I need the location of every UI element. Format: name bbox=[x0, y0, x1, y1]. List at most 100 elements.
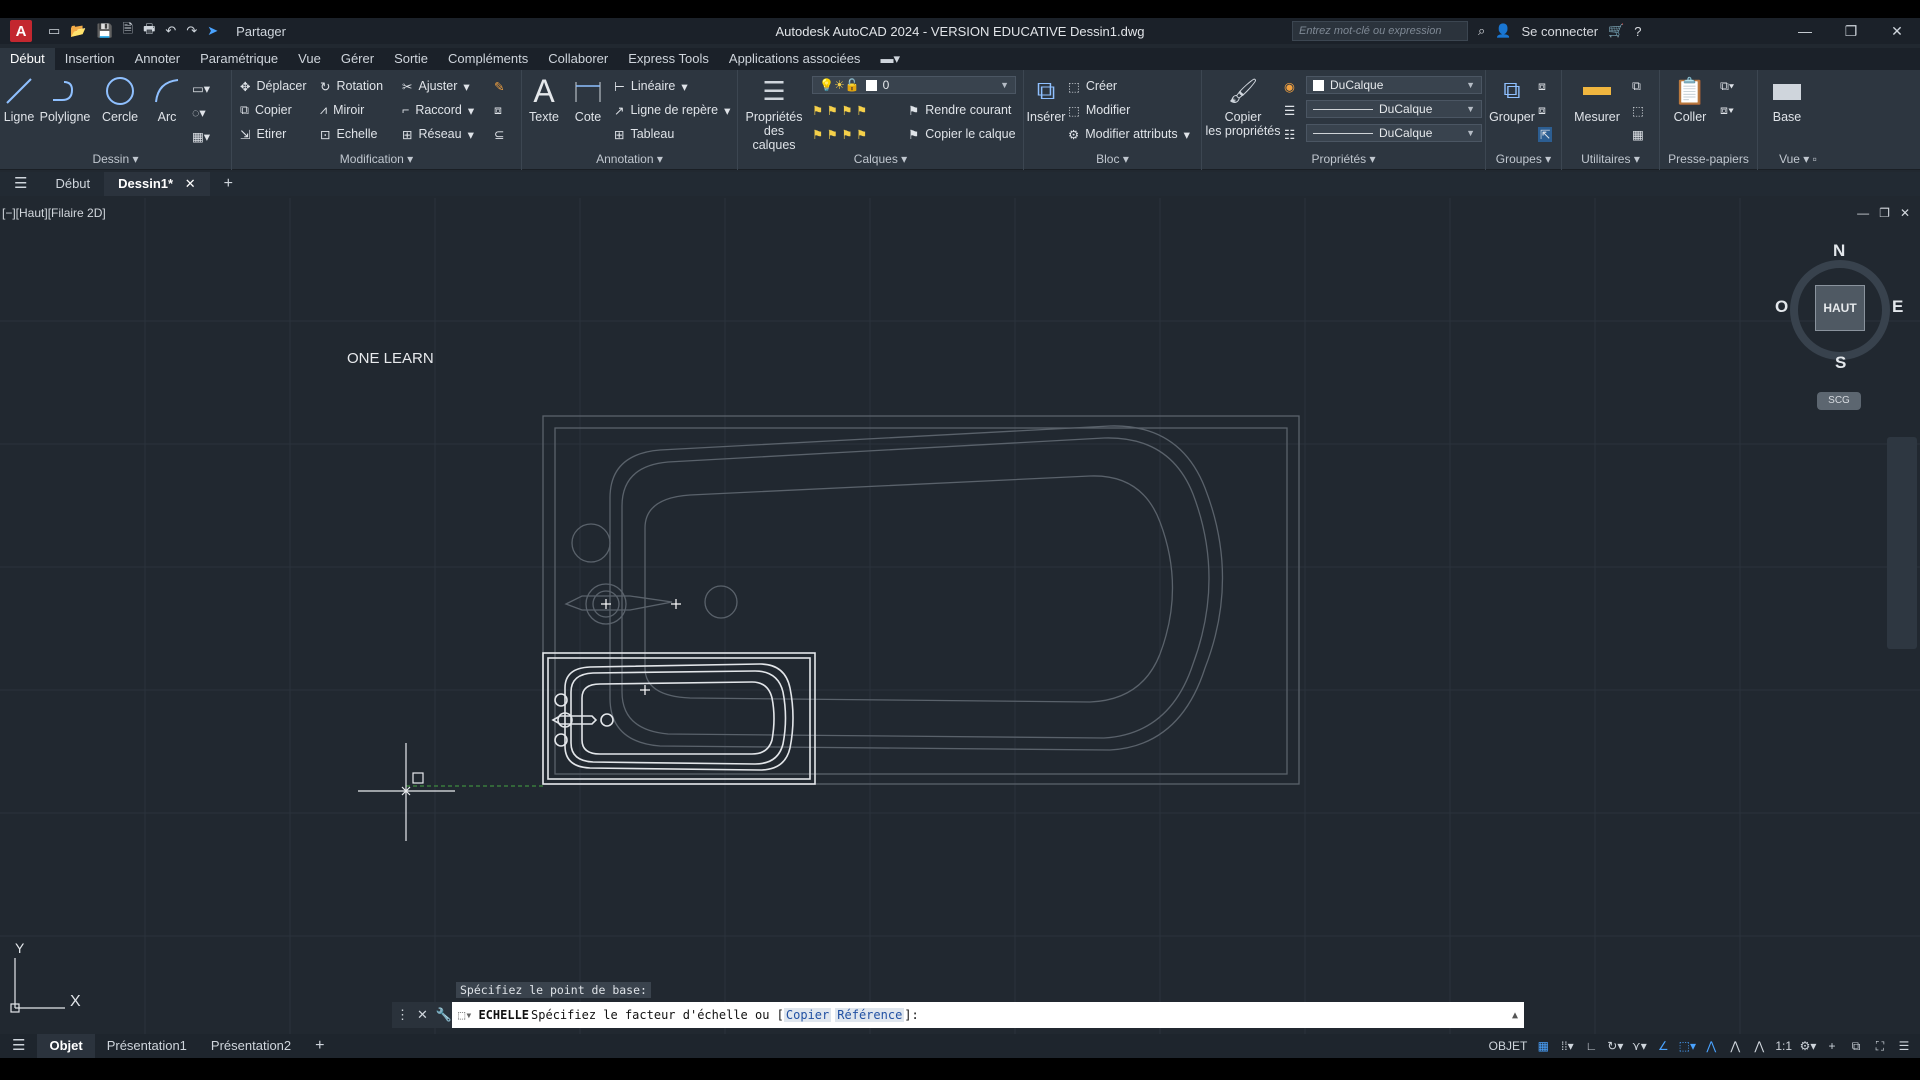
group-button[interactable]: ⧉ Grouper bbox=[1488, 74, 1536, 124]
plot-icon[interactable]: 🖶 bbox=[143, 20, 155, 42]
panel-presse-papiers-title[interactable]: Presse-papiers bbox=[1660, 150, 1757, 168]
measure-button[interactable]: Mesurer bbox=[1570, 74, 1624, 124]
text-button[interactable]: A Texte bbox=[524, 73, 564, 125]
tab-model[interactable]: Objet bbox=[37, 1034, 95, 1058]
annotation-scale-icon[interactable]: ⋀ bbox=[1751, 1038, 1767, 1054]
units-icon[interactable]: ⧉ bbox=[1848, 1038, 1864, 1054]
tab-sortie[interactable]: Sortie bbox=[384, 48, 438, 70]
group-select-icon[interactable]: ⇱ bbox=[1538, 124, 1553, 144]
tab-debut[interactable]: Début bbox=[0, 48, 55, 70]
open-icon[interactable]: 📂 bbox=[70, 23, 86, 39]
paste-button[interactable]: 📋 Coller bbox=[1668, 74, 1712, 125]
dimension-button[interactable]: Cote bbox=[568, 74, 608, 124]
fillet-button[interactable]: ⌐ Raccord ▾ bbox=[402, 100, 474, 120]
snap-icon[interactable]: ⁞⁞▾ bbox=[1559, 1038, 1575, 1054]
panel-calques-title[interactable]: Calques ▾ bbox=[738, 150, 1023, 168]
cut-icon[interactable]: ⧈▾ bbox=[1720, 100, 1734, 120]
panel-proprietes-title[interactable]: Propriétés ▾ bbox=[1202, 150, 1485, 168]
ucs-dropdown[interactable]: SCG bbox=[1817, 392, 1861, 410]
offset-button[interactable]: ⊆ bbox=[494, 124, 504, 144]
plus-icon[interactable]: + bbox=[1824, 1038, 1840, 1054]
user-icon[interactable]: 👤 bbox=[1495, 23, 1511, 39]
option-reference[interactable]: Référence bbox=[835, 1008, 905, 1022]
rectangle-tool[interactable]: ▭▾ bbox=[192, 78, 210, 98]
object-snap-icon[interactable]: ⬚▾ bbox=[1679, 1038, 1696, 1054]
viewport-close-icon[interactable]: ✕ bbox=[1900, 206, 1910, 220]
ortho-icon[interactable]: ∟ bbox=[1583, 1038, 1599, 1054]
layer-properties-button[interactable]: ☰ Propriétés des calques bbox=[742, 74, 806, 153]
table-button[interactable]: ⊞ Tableau bbox=[614, 124, 674, 144]
viewport-label[interactable]: [−][Haut][Filaire 2D] bbox=[2, 206, 106, 220]
new-layout-icon[interactable]: + bbox=[303, 1034, 336, 1058]
polyline-button[interactable]: Polyligne bbox=[38, 74, 92, 124]
grid-icon[interactable]: ▦ bbox=[1535, 1038, 1551, 1054]
tab-annoter[interactable]: Annoter bbox=[125, 48, 191, 70]
customize-wrench-icon[interactable]: 🔧 bbox=[436, 1007, 452, 1023]
edit-attributes-button[interactable]: ⚙ Modifier attributs ▾ bbox=[1068, 124, 1190, 144]
tab-applications[interactable]: Applications associées bbox=[719, 48, 871, 70]
panel-annotation-title[interactable]: Annotation ▾ bbox=[522, 150, 737, 168]
group-edit-icon[interactable]: ⧈ bbox=[1538, 100, 1546, 120]
minimize-icon[interactable]: — bbox=[1782, 18, 1828, 44]
model-space-button[interactable]: OBJET bbox=[1489, 1039, 1528, 1053]
command-input[interactable]: ⬚▾ ECHELLE Spécifiez le facteur d'échell… bbox=[452, 1002, 1524, 1028]
compass-east[interactable]: E bbox=[1892, 297, 1903, 317]
workspace-gear-icon[interactable]: ⚙▾ bbox=[1800, 1038, 1817, 1054]
copy-button[interactable]: ⧉ Copier bbox=[240, 100, 292, 120]
tab-parametrique[interactable]: Paramétrique bbox=[190, 48, 288, 70]
new-icon[interactable]: ▭ bbox=[48, 23, 60, 39]
line-button[interactable]: Ligne bbox=[2, 74, 36, 124]
insert-button[interactable]: ⧉ Insérer bbox=[1026, 74, 1066, 124]
compass-south[interactable]: S bbox=[1835, 353, 1846, 373]
match-properties-button[interactable]: 🖌 Copier les propriétés bbox=[1204, 74, 1282, 139]
rotate-button[interactable]: ↻ Rotation bbox=[320, 76, 383, 96]
history-up-icon[interactable]: ▲ bbox=[1512, 1010, 1518, 1021]
ungroup-icon[interactable]: ⧈ bbox=[1538, 76, 1546, 96]
tab-more-icon[interactable]: ▬▾ bbox=[870, 48, 910, 70]
explode-button[interactable]: ⧈ bbox=[494, 100, 502, 120]
circle-button[interactable]: Cercle bbox=[98, 74, 142, 124]
calculator-icon[interactable]: ▦ bbox=[1632, 124, 1644, 144]
share-button[interactable]: Partager bbox=[236, 24, 286, 39]
cart-icon[interactable]: 🛒 bbox=[1608, 23, 1624, 39]
bathtub-object[interactable] bbox=[542, 652, 816, 785]
scale-value[interactable]: 1:1 bbox=[1775, 1039, 1792, 1053]
isodraft-icon[interactable]: ⋎▾ bbox=[1631, 1038, 1647, 1054]
share-icon[interactable]: ➤ bbox=[207, 23, 218, 39]
navigation-bar[interactable] bbox=[1887, 437, 1917, 649]
panel-dessin-title[interactable]: Dessin ▾ bbox=[0, 150, 231, 168]
compass-west[interactable]: O bbox=[1775, 297, 1788, 317]
stretch-button[interactable]: ⇲ Etirer bbox=[240, 124, 286, 144]
hatch-tool[interactable]: ◌▾ bbox=[192, 102, 206, 122]
compass-north[interactable]: N bbox=[1833, 241, 1845, 261]
close-icon[interactable]: ✕ bbox=[1874, 18, 1920, 44]
quick-select-icon[interactable]: ⧉ bbox=[1632, 76, 1641, 96]
tab-gerer[interactable]: Gérer bbox=[331, 48, 384, 70]
tab-complements[interactable]: Compléments bbox=[438, 48, 538, 70]
viewcube[interactable]: HAUT N S E O bbox=[1775, 241, 1905, 375]
base-view-button[interactable]: Base bbox=[1762, 74, 1812, 124]
linetype-dropdown[interactable]: DuCalque ▼ bbox=[1306, 124, 1482, 142]
object-snap-tracking-icon[interactable]: ∠ bbox=[1655, 1038, 1671, 1054]
customization-menu-icon[interactable]: ☰ bbox=[1896, 1038, 1912, 1054]
polar-icon[interactable]: ↻▾ bbox=[1607, 1038, 1623, 1054]
boundary-tool[interactable]: ▦▾ bbox=[192, 126, 210, 146]
viewport-minimize-icon[interactable]: — bbox=[1857, 206, 1869, 220]
annotation-text[interactable]: ONE LEARN bbox=[347, 350, 434, 367]
tab-express-tools[interactable]: Express Tools bbox=[618, 48, 719, 70]
hamburger-menu-icon[interactable]: ☰ bbox=[0, 172, 41, 196]
select-all-icon[interactable]: ⬚ bbox=[1632, 100, 1644, 120]
close-command-icon[interactable]: ✕ bbox=[417, 1007, 428, 1023]
grip-icon[interactable]: ⋮ bbox=[396, 1007, 409, 1023]
layout-menu-icon[interactable]: ☰ bbox=[0, 1034, 37, 1058]
erase-button[interactable]: ✎ bbox=[494, 76, 504, 96]
tab-collaborer[interactable]: Collaborer bbox=[538, 48, 618, 70]
viewcube-top-face[interactable]: HAUT bbox=[1815, 285, 1865, 331]
save-as-icon[interactable]: 🗎 bbox=[123, 20, 133, 42]
help-icon[interactable]: ? bbox=[1634, 24, 1641, 39]
panel-bloc-title[interactable]: Bloc ▾ bbox=[1024, 150, 1201, 168]
search-input[interactable]: Entrez mot-clé ou expression bbox=[1292, 21, 1468, 41]
layer-tools-row-2[interactable]: ⚑ ⚑ ⚑ ⚑ bbox=[812, 124, 867, 144]
redo-icon[interactable]: ↷ bbox=[186, 23, 197, 39]
move-button[interactable]: ✥ Déplacer bbox=[240, 76, 307, 96]
